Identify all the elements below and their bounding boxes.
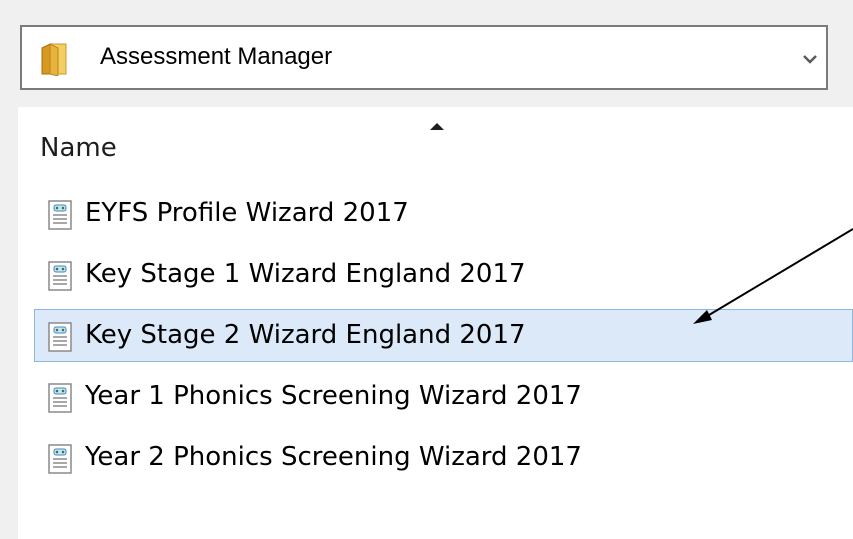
wizard-file-icon: [48, 444, 72, 474]
location-label: Assessment Manager: [100, 43, 333, 70]
file-list-item[interactable]: EYFS Profile Wizard 2017: [34, 187, 853, 240]
folder-icon: [41, 43, 67, 76]
file-list-item[interactable]: Year 1 Phonics Screening Wizard 2017: [34, 370, 853, 423]
file-list-item[interactable]: Key Stage 2 Wizard England 2017: [34, 309, 853, 362]
wizard-file-icon: [48, 383, 72, 413]
wizard-file-icon: [48, 261, 72, 291]
file-list-item-label: Key Stage 1 Wizard England 2017: [85, 259, 526, 289]
file-list-item[interactable]: Key Stage 1 Wizard England 2017: [34, 248, 853, 301]
file-list-item-label: EYFS Profile Wizard 2017: [85, 198, 409, 228]
file-list-item[interactable]: Year 2 Phonics Screening Wizard 2017: [34, 431, 853, 484]
location-dropdown[interactable]: Assessment Manager: [20, 25, 828, 90]
column-header-name[interactable]: Name: [40, 133, 117, 163]
file-list-item-label: Year 2 Phonics Screening Wizard 2017: [85, 442, 582, 472]
window-margin: [0, 107, 18, 539]
file-list: Name EYFS Profile Wizard 2017 Key Stage 1…: [18, 107, 853, 539]
sort-ascending-icon: [430, 123, 444, 130]
chevron-down-icon[interactable]: [802, 53, 818, 65]
file-list-item-label: Key Stage 2 Wizard England 2017: [85, 320, 526, 350]
file-list-item-label: Year 1 Phonics Screening Wizard 2017: [85, 381, 582, 411]
wizard-file-icon: [48, 200, 72, 230]
wizard-file-icon: [48, 322, 72, 352]
